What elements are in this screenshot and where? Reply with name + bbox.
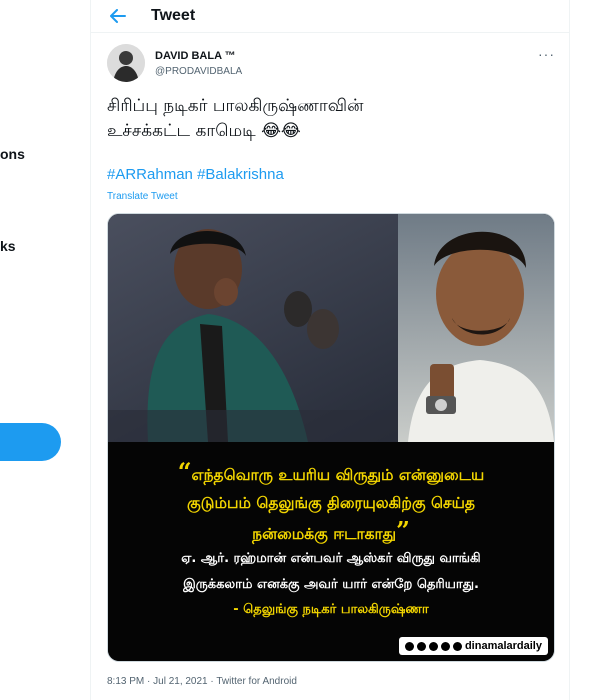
quote-subtext: ஏ. ஆர். ரஹ்மான் என்பவர் ஆஸ்கர் விருது வா… <box>128 546 534 598</box>
page-header: Tweet <box>91 0 569 33</box>
tweet-timestamp[interactable]: 8:13 PM · Jul 21, 2021 · Twitter for And… <box>107 676 297 687</box>
hashtag-link[interactable]: #Balakrishna <box>197 166 284 183</box>
back-button[interactable] <box>109 7 127 25</box>
brand-name: dinamalardaily <box>464 640 542 652</box>
page-title: Tweet <box>151 7 196 24</box>
quote-line: எந்தவொரு உயரிய விருதும் என்னுடைய <box>191 466 485 484</box>
author-name[interactable]: DAVID BALA ™ <box>155 50 236 62</box>
compose-tweet-button[interactable] <box>0 423 61 461</box>
quote-attribution: - தெலுங்கு நடிகர் பாலகிருஷ்ணா <box>233 602 429 617</box>
translate-tweet-link[interactable]: Translate Tweet <box>107 191 178 202</box>
author-handle[interactable]: @PRODAVIDBALA <box>155 66 242 77</box>
quote-open-mark: “ <box>177 457 192 486</box>
tweet-text: சிரிப்பு நடிகர் பாலகிருஷ்ணாவின் உச்சக்கட… <box>107 94 547 144</box>
quote-line: குடும்பம் தெலுங்கு திரையுலகிற்கு செய்த <box>186 494 476 512</box>
facebook-icon <box>404 641 414 651</box>
media-photo <box>108 214 554 442</box>
avatar-image <box>107 44 145 82</box>
youtube-icon <box>440 641 450 651</box>
hashtag-link[interactable]: #ARRahman <box>107 166 193 183</box>
quote-close-mark: ” <box>396 516 410 545</box>
quote-card: “எந்தவொரு உயரிய விருதும் என்னுடைய குடும்… <box>108 442 554 661</box>
subtext-line: ஏ. ஆர். ரஹ்மான் என்பவர் ஆஸ்கர் விருது வா… <box>181 551 481 566</box>
tweet-author: DAVID BALA ™ @PRODAVIDBALA ··· <box>107 44 555 84</box>
subtext-line: இருக்கலாம் எனக்கு அவர் யார் என்றே தெரியா… <box>183 577 479 592</box>
instagram-icon <box>416 641 426 651</box>
tweet-text-line: சிரிப்பு நடிகர் பாலகிருஷ்ணாவின் <box>107 96 364 116</box>
tweet-media[interactable]: “எந்தவொரு உயரிய விருதும் என்னுடைய குடும்… <box>107 213 555 662</box>
nav-item-fragment-lists[interactable]: ons <box>0 146 25 162</box>
tweet-column: Tweet DAVID BALA ™ @PRODAVIDBALA ··· சிர… <box>90 0 570 700</box>
back-arrow-icon <box>110 9 126 23</box>
telegram-icon <box>452 641 462 651</box>
quote-line: நன்மைக்கு ஈடாகாது <box>252 525 397 543</box>
more-options-icon[interactable]: ··· <box>538 46 555 62</box>
nav-item-fragment-bookmarks[interactable]: ks <box>0 238 16 254</box>
brand-watermark: dinamalardaily <box>398 637 548 655</box>
quote-main: “எந்தவொரு உயரிய விருதும் என்னுடைய குடும்… <box>128 458 534 548</box>
tweet-text-line: உச்சக்கட்ட காமெடி 😂😂 <box>107 121 301 141</box>
twitter-icon <box>428 641 438 651</box>
avatar[interactable] <box>107 44 145 82</box>
left-navigation: ons ks <box>0 0 90 700</box>
tweet-hashtags: #ARRahman #Balakrishna <box>107 166 284 183</box>
